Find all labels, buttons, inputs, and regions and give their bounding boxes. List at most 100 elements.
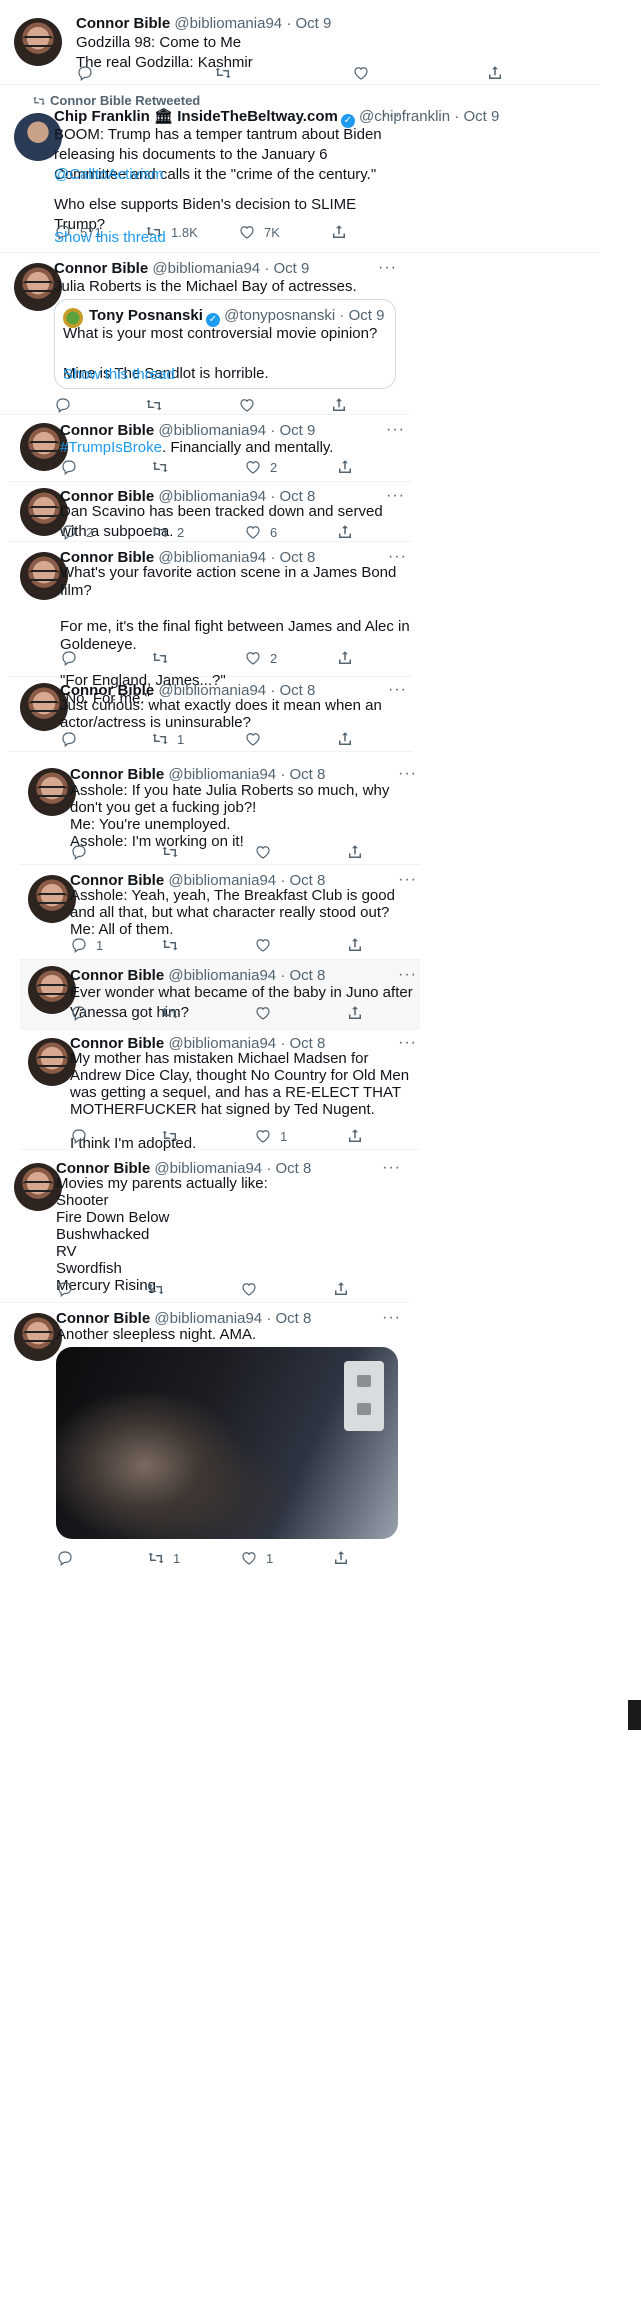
like-button[interactable] (240, 1279, 266, 1299)
like-button[interactable] (254, 935, 280, 955)
tweet-time[interactable]: Oct 9 (295, 15, 331, 32)
tweet[interactable]: Connor Bible @bibliomania94 · Oct 8 ··· … (20, 760, 420, 865)
tweet-photo[interactable] (56, 1347, 398, 1539)
mention-link[interactable]: @CalltoActivism (54, 165, 163, 185)
tweet-time[interactable]: Oct 9 (463, 108, 499, 125)
share-button[interactable] (346, 1003, 364, 1023)
retweet-button[interactable] (161, 842, 187, 862)
retweet-button[interactable] (151, 457, 177, 477)
reply-button[interactable]: 2 (60, 522, 93, 542)
author-handle[interactable]: @chipfranklin (359, 108, 450, 125)
share-button[interactable] (332, 1279, 350, 1299)
like-button[interactable]: 1 (240, 1548, 273, 1568)
quoted-tweet[interactable]: Tony Posnanski ✓ @tonyposnanski · Oct 9 W… (54, 299, 396, 389)
author-name[interactable]: Connor Bible (54, 260, 148, 277)
tweet[interactable]: Connor Bible Retweeted Chip Franklin 🏛 I… (0, 85, 600, 253)
reply-button[interactable] (56, 1548, 82, 1568)
more-icon[interactable]: ··· (378, 259, 397, 277)
tweet[interactable]: Connor Bible @bibliomania94 · Oct 8 ··· … (8, 677, 412, 752)
retweet-button[interactable]: 1 (147, 1548, 180, 1568)
like-button[interactable]: 6 (244, 522, 277, 542)
share-button[interactable] (336, 457, 354, 477)
more-icon[interactable]: ··· (388, 681, 407, 699)
share-button[interactable] (332, 1548, 350, 1568)
tweet[interactable]: Connor Bible @bibliomania94 · Oct 8 ··· … (8, 482, 412, 542)
share-button[interactable] (346, 935, 364, 955)
author-name[interactable]: Connor Bible (76, 15, 170, 32)
share-button[interactable] (330, 395, 348, 415)
retweet-button[interactable] (161, 1003, 187, 1023)
retweet-button[interactable] (214, 63, 240, 83)
show-thread-link[interactable]: Show this thread (63, 366, 175, 383)
tweet[interactable]: Connor Bible @bibliomania94 · Oct 9 Godz… (0, 0, 600, 85)
reply-button[interactable]: 1 (70, 935, 103, 955)
share-button[interactable] (330, 222, 348, 242)
tweet[interactable]: Connor Bible @bibliomania94 · Oct 8 ··· … (8, 542, 412, 707)
retweet-button[interactable]: 1 (151, 729, 184, 749)
tweet[interactable]: Connor Bible @bibliomania94 · Oct 8 ··· … (0, 1155, 410, 1303)
share-button[interactable] (336, 522, 354, 542)
reply-button[interactable] (70, 1126, 96, 1146)
tweet-time[interactable]: Oct 8 (289, 766, 325, 783)
tweet-time[interactable]: Oct 8 (289, 967, 325, 984)
avatar[interactable] (28, 875, 76, 923)
tweet[interactable]: Connor Bible @bibliomania94 · Oct 9 ··· … (8, 415, 412, 482)
more-icon[interactable]: ··· (398, 765, 417, 783)
tweet[interactable]: Connor Bible @bibliomania94 · Oct 8 ··· … (20, 865, 420, 960)
author-handle[interactable]: @bibliomania94 (158, 422, 266, 439)
reply-button[interactable] (56, 1279, 82, 1299)
more-icon[interactable]: ··· (398, 966, 417, 984)
avatar[interactable] (14, 1313, 62, 1361)
tweet-time[interactable]: Oct 9 (279, 422, 315, 439)
reply-button[interactable] (60, 729, 86, 749)
avatar[interactable] (14, 18, 62, 66)
retweet-button[interactable] (161, 1126, 187, 1146)
reply-button[interactable] (60, 648, 86, 668)
like-button[interactable]: 1 (254, 1126, 287, 1146)
author-name[interactable]: Connor Bible (60, 422, 154, 439)
author-handle[interactable]: @bibliomania94 (168, 766, 276, 783)
like-button[interactable]: 7K (238, 222, 280, 242)
show-thread-link[interactable]: Show this thread (54, 229, 166, 246)
avatar[interactable] (14, 1163, 62, 1211)
share-button[interactable] (346, 1126, 364, 1146)
like-button[interactable] (352, 63, 378, 83)
tweet[interactable]: Connor Bible @bibliomania94 · Oct 8 ··· … (0, 1303, 410, 2321)
hashtag-link[interactable]: #TrumpIsBroke (60, 439, 162, 456)
avatar[interactable] (28, 1038, 76, 1086)
tweet-time[interactable]: Oct 9 (273, 260, 309, 277)
reply-button[interactable] (70, 842, 96, 862)
retweet-button[interactable] (145, 395, 171, 415)
like-button[interactable] (244, 729, 270, 749)
share-button[interactable] (336, 648, 354, 668)
tweet[interactable]: Connor Bible @bibliomania94 · Oct 8 ··· … (20, 1030, 420, 1152)
author-name[interactable]: Connor Bible (70, 766, 164, 783)
tweet[interactable]: Connor Bible @bibliomania94 · Oct 8 ··· … (20, 960, 420, 1030)
retweet-button[interactable]: 2 (151, 522, 184, 542)
reply-button[interactable] (76, 63, 102, 83)
author-name[interactable]: Chip Franklin 🏛 InsideTheBeltway.com (54, 108, 338, 125)
author-handle[interactable]: @bibliomania94 (174, 15, 282, 32)
like-button[interactable] (238, 395, 264, 415)
reply-button[interactable] (54, 395, 80, 415)
retweet-button[interactable] (147, 1279, 173, 1299)
more-icon[interactable]: ··· (386, 421, 405, 439)
share-button[interactable] (336, 729, 354, 749)
author-handle[interactable]: @bibliomania94 (152, 260, 260, 277)
like-button[interactable] (254, 1003, 280, 1023)
like-button[interactable]: 2 (244, 648, 277, 668)
tweet[interactable]: Connor Bible @bibliomania94 · Oct 9 ··· … (0, 253, 410, 415)
reply-button[interactable] (70, 1003, 96, 1023)
retweet-button[interactable] (151, 648, 177, 668)
author-name[interactable]: Connor Bible (70, 967, 164, 984)
like-button[interactable] (254, 842, 280, 862)
retweet-button[interactable] (161, 935, 187, 955)
share-button[interactable] (486, 63, 504, 83)
author-handle[interactable]: @bibliomania94 (168, 967, 276, 984)
more-icon[interactable]: ··· (382, 107, 401, 125)
reply-button[interactable] (60, 457, 86, 477)
avatar[interactable] (28, 966, 76, 1014)
share-button[interactable] (346, 842, 364, 862)
avatar[interactable] (28, 768, 76, 816)
like-button[interactable]: 2 (244, 457, 277, 477)
